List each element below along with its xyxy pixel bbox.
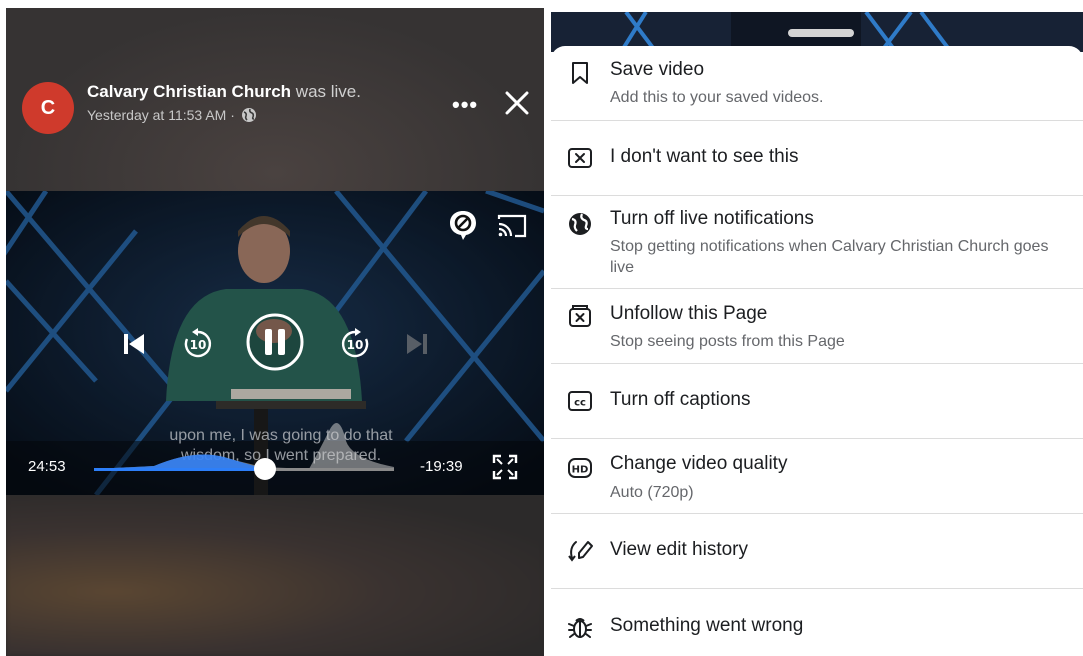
close-icon[interactable] [500,86,534,125]
menu-item-edit-history[interactable]: View edit history [551,514,1083,589]
skip-previous-icon[interactable] [121,331,147,362]
menu-item-captions[interactable]: cc Turn off captions [551,364,1083,439]
video-frame[interactable]: 10 10 upon me, I was going to do that wi… [6,191,544,495]
bug-icon [567,614,593,640]
options-sheet: Save video Add this to your saved videos… [551,29,1083,656]
page-name-link[interactable]: Calvary Christian Church [87,82,291,101]
remaining-time: -19:39 [420,458,463,475]
menu-item-label: Unfollow this Page [610,303,768,324]
menu-item-unfollow[interactable]: Unfollow this Page Stop seeing posts fro… [551,289,1083,364]
post-timestamp-row: Yesterday at 11:53 AM · [87,107,361,126]
hide-x-icon [567,145,593,171]
cast-icon[interactable] [496,213,528,244]
unfollow-icon [567,303,593,329]
post-timestamp[interactable]: Yesterday at 11:53 AM · [87,107,235,123]
svg-text:HD: HD [572,465,589,476]
captions-icon: cc [567,388,593,414]
menu-item-video-quality[interactable]: HD Change video quality Auto (720p) [551,439,1083,514]
forward-10-icon[interactable]: 10 [338,327,372,366]
hd-icon: HD [567,455,593,481]
public-globe-icon [241,107,257,126]
menu-item-report-problem[interactable]: Something went wrong [551,589,1083,656]
skip-next-icon [404,331,430,362]
elapsed-time: 24:53 [28,458,66,475]
rewind-10-icon[interactable]: 10 [181,327,215,366]
menu-item-sublabel: Auto (720p) [610,484,694,501]
drag-handle[interactable] [788,29,854,37]
menu-item-hide[interactable]: I don't want to see this [551,121,1083,196]
seek-bar[interactable] [94,411,406,481]
captions-off-icon[interactable] [448,209,478,246]
menu-item-label: Turn off captions [610,389,751,410]
post-title: Calvary Christian Church was live. [87,82,361,102]
menu-item-label: Turn off live notifications [610,208,814,229]
menu-item-save-video[interactable]: Save video Add this to your saved videos… [551,46,1083,121]
svg-text:10: 10 [190,338,207,352]
menu-item-label: Something went wrong [610,615,804,636]
seek-thumb[interactable] [254,458,276,480]
menu-item-label: Save video [610,59,705,80]
options-screen: Save video Add this to your saved videos… [551,12,1083,656]
menu-item-label: Change video quality [610,453,788,474]
svg-text:cc: cc [574,398,586,409]
video-player-screen: C Calvary Christian Church was live. Yes… [6,8,544,656]
seek-progress [94,468,265,471]
post-title-suffix: was live. [295,82,361,101]
menu-item-live-notifications[interactable]: Turn off live notifications Stop getting… [551,196,1083,289]
menu-item-sublabel: Add this to your saved videos. [610,89,824,106]
avatar-letter: C [40,96,56,119]
post-header: C Calvary Christian Church was live. Yes… [22,82,532,134]
menu-item-label: I don't want to see this [610,146,799,167]
pause-button[interactable] [245,312,305,377]
more-dots-icon[interactable]: ••• [452,92,478,118]
bookmark-icon [567,60,593,86]
avatar[interactable]: C [22,82,74,134]
menu-item-sublabel: Stop seeing posts from this Page [610,333,845,350]
fullscreen-icon[interactable] [492,454,518,485]
comments-background [6,495,544,656]
menu-item-label: View edit history [610,539,748,560]
menu-item-sublabel: Stop getting notifications when Calvary … [610,238,1049,276]
edit-history-icon [567,538,593,564]
svg-text:10: 10 [347,338,364,352]
globe-icon [567,211,593,237]
